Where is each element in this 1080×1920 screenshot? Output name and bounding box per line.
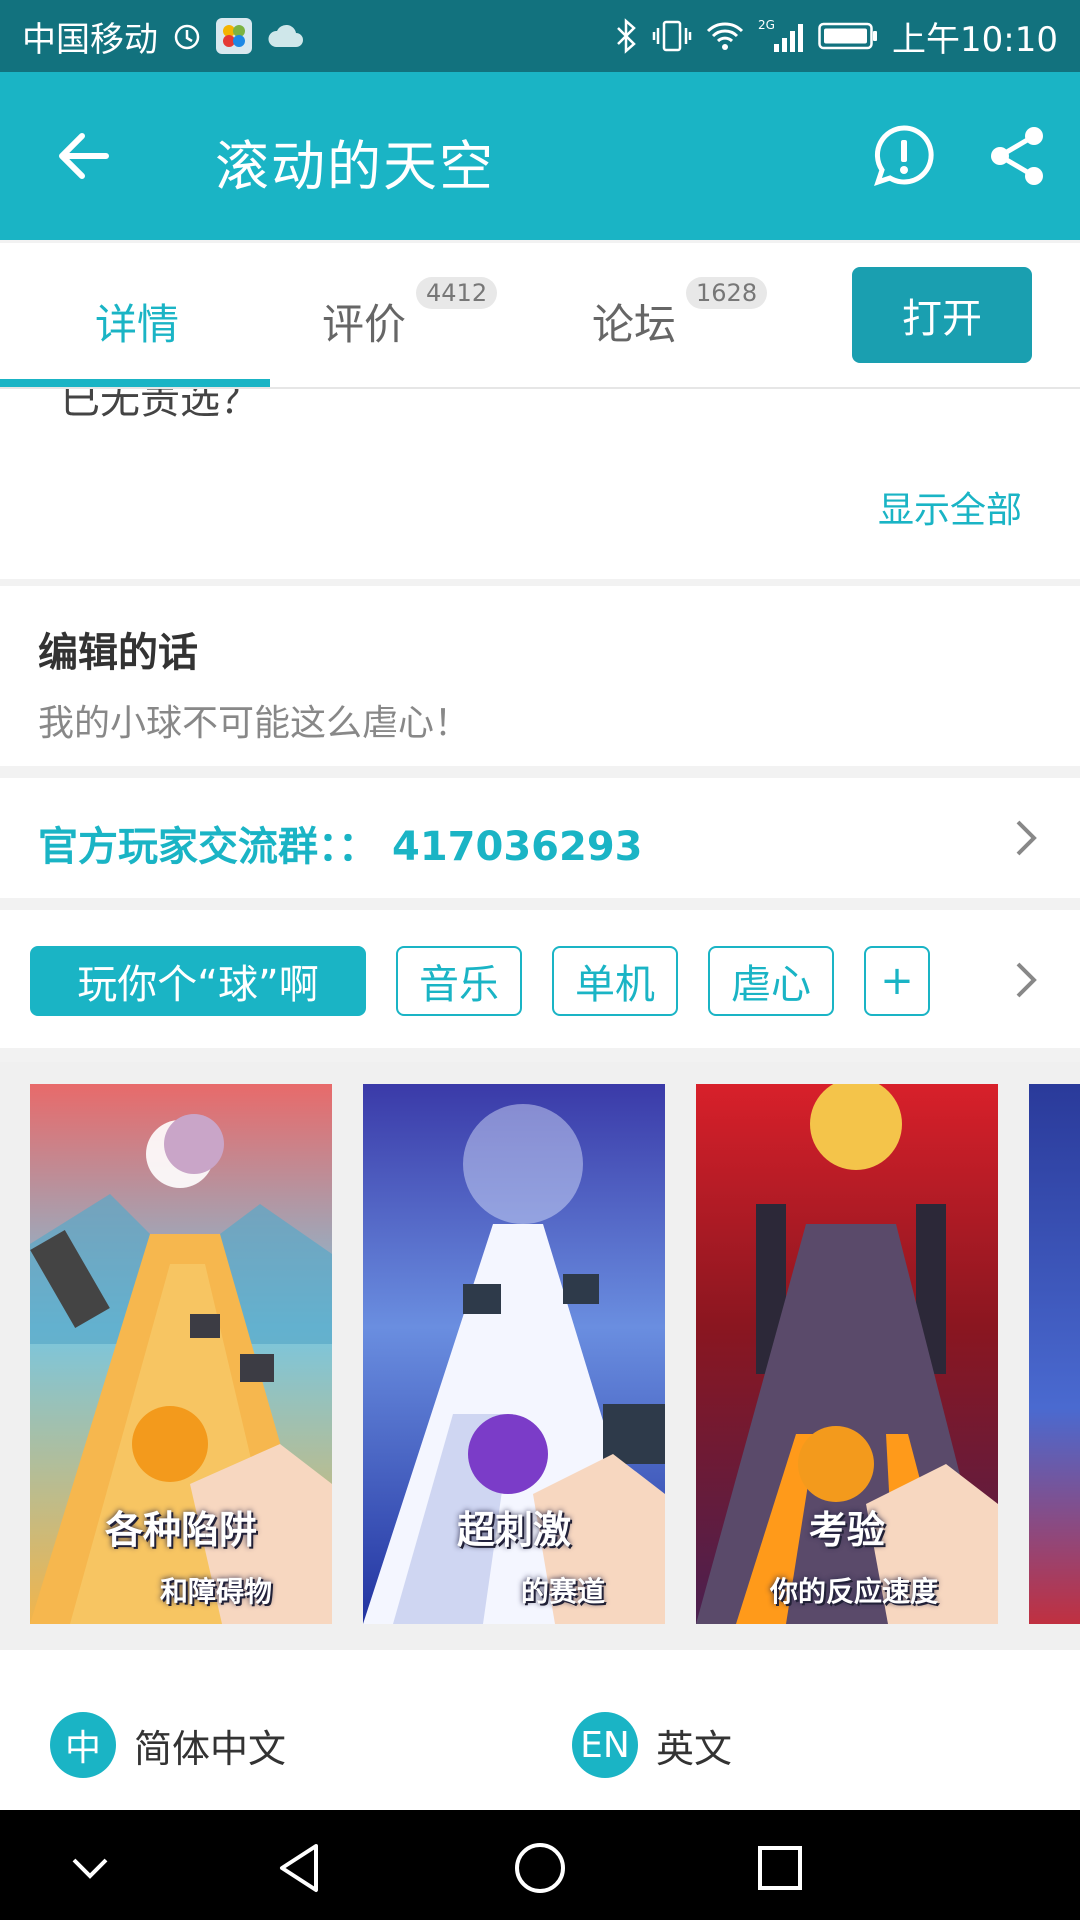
photos-app-icon: [216, 18, 252, 54]
open-button[interactable]: 打开: [852, 267, 1032, 363]
system-nav-bar: [0, 1810, 1080, 1920]
tab-label: 论坛: [592, 300, 677, 349]
back-button[interactable]: [52, 124, 116, 188]
page-title: 滚动的天空: [215, 135, 495, 198]
screenshot-subcaption: 和障碍物: [159, 1575, 272, 1608]
back-triangle-icon[interactable]: [270, 1838, 330, 1898]
back-arrow-icon: [59, 133, 109, 179]
screenshot-2[interactable]: 超刺激 的赛道: [363, 1084, 665, 1624]
language-label: 简体中文: [134, 1726, 287, 1771]
player-group-label: 官方玩家交流群：：: [38, 824, 378, 870]
recents-square-icon[interactable]: [750, 1838, 810, 1898]
description-section: 已无贵选？ 显示全部: [0, 389, 1080, 579]
editor-note-title: 编辑的话: [38, 630, 198, 676]
clock: 上午10:10: [892, 19, 1058, 60]
network-type: 2G: [758, 18, 775, 32]
alarm-icon: [172, 21, 202, 51]
signal-icon: 2G: [758, 18, 804, 54]
tag-chip[interactable]: 单机: [552, 946, 678, 1016]
tab-label: 评价: [322, 300, 407, 349]
languages-section: 中 简体中文 EN 英文: [0, 1650, 1080, 1810]
vibrate-icon: [652, 18, 692, 54]
player-group-row[interactable]: 官方玩家交流群：： 417036293: [0, 778, 1080, 898]
status-bar: 中国移动 2G 上午10:10: [0, 0, 1080, 72]
screenshot-carousel[interactable]: 各种陷阱 和障碍物 超刺激 的赛道 考验 你的反应速度: [0, 1062, 1080, 1650]
screenshot-3[interactable]: 考验 你的反应速度: [696, 1084, 998, 1624]
language-item: 中 简体中文: [50, 1712, 286, 1778]
tab-details[interactable]: 详情: [95, 291, 179, 352]
collapse-icon[interactable]: [60, 1838, 120, 1898]
language-item: EN 英文: [572, 1712, 732, 1778]
carrier-name: 中国移动: [22, 19, 158, 60]
battery-icon: [818, 21, 878, 51]
review-count-badge: 4412: [416, 277, 498, 309]
editor-note-section: 编辑的话 我的小球不可能这么虐心！: [0, 586, 1080, 766]
player-group-text: 官方玩家交流群：： 417036293: [38, 814, 643, 872]
tag-chip[interactable]: 玩你个“球”啊: [30, 946, 366, 1016]
language-label: 英文: [656, 1726, 733, 1771]
report-button[interactable]: [870, 122, 938, 190]
bluetooth-icon: [614, 18, 638, 54]
screenshot-caption: 考验: [808, 1508, 885, 1552]
share-button[interactable]: [986, 124, 1050, 188]
wifi-icon: [706, 21, 744, 51]
forum-count-badge: 1628: [686, 277, 768, 309]
editor-note-text: 我的小球不可能这么虐心！: [38, 703, 471, 744]
active-tab-indicator: [0, 379, 270, 387]
screenshot-4[interactable]: [1029, 1084, 1080, 1624]
screenshot-1[interactable]: 各种陷阱 和障碍物: [30, 1084, 332, 1624]
cloud-icon: [266, 23, 304, 49]
chevron-right-icon[interactable]: [1012, 960, 1040, 1000]
player-group-number: 417036293: [392, 824, 643, 870]
language-badge: EN: [572, 1712, 638, 1778]
tags-row: 玩你个“球”啊 音乐 单机 虐心 +: [0, 910, 1080, 1048]
tab-forum[interactable]: 论坛 1628: [592, 277, 768, 352]
description-text: 已无贵选？: [60, 389, 260, 423]
tab-bar: 详情 评价 4412 论坛 1628 打开: [0, 243, 1080, 389]
show-all-link[interactable]: 显示全部: [878, 481, 1022, 533]
app-bar: 滚动的天空: [0, 72, 1080, 240]
tab-label: 详情: [95, 300, 180, 349]
language-badge: 中: [50, 1712, 116, 1778]
screenshot-subcaption: 你的反应速度: [769, 1575, 938, 1608]
screenshot-caption: 超刺激: [456, 1508, 571, 1552]
tag-chip[interactable]: 音乐: [396, 946, 522, 1016]
screenshot-caption: 各种陷阱: [104, 1508, 257, 1552]
report-icon: [874, 125, 934, 186]
screenshot-subcaption: 的赛道: [520, 1575, 605, 1608]
chevron-right-icon: [1016, 820, 1037, 856]
add-tag-button[interactable]: +: [864, 946, 930, 1016]
home-circle-icon[interactable]: [510, 1838, 570, 1898]
share-icon: [991, 127, 1043, 185]
tag-chip[interactable]: 虐心: [708, 946, 834, 1016]
tab-reviews[interactable]: 评价 4412: [322, 277, 498, 352]
